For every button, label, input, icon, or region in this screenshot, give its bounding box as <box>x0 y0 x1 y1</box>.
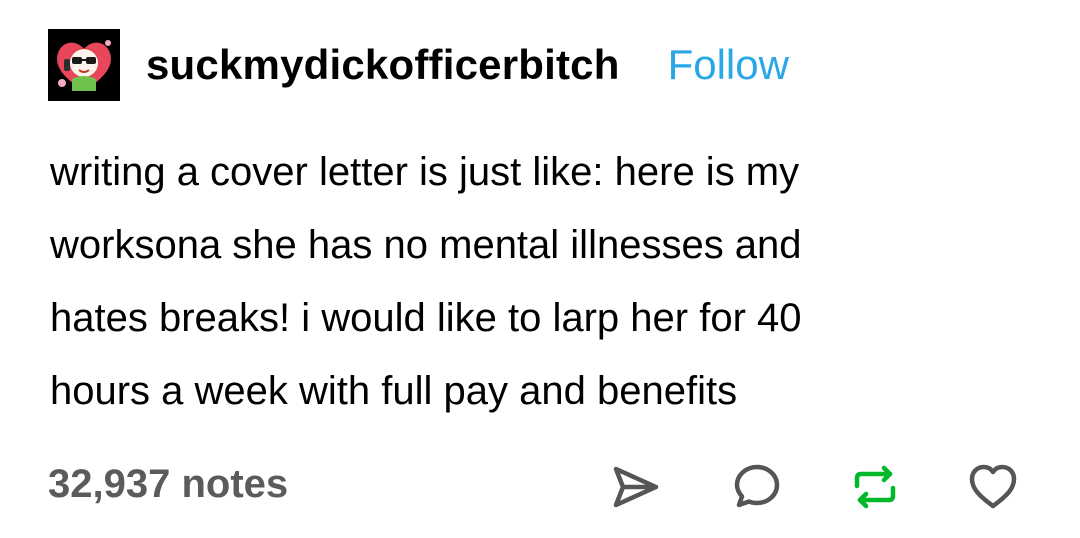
like-button[interactable] <box>966 460 1020 514</box>
reblog-icon <box>854 465 896 509</box>
reply-button[interactable] <box>730 460 784 514</box>
post-footer: 32,937 notes <box>48 460 1038 516</box>
post-body-line: hours a week with full pay and benefits <box>50 369 738 413</box>
tumblr-post: suckmydickofficerbitch Follow writing a … <box>0 0 1080 538</box>
username-link[interactable]: suckmydickofficerbitch <box>146 41 620 89</box>
reply-speech-bubble-icon <box>734 464 780 508</box>
post-body-line: worksona she has no mental illnesses and <box>50 223 802 267</box>
notes-count[interactable]: 32,937 notes <box>48 462 288 507</box>
post-body: writing a cover letter is just like: her… <box>50 136 1040 428</box>
reblog-button[interactable] <box>848 460 902 514</box>
share-paper-plane-icon <box>613 466 659 508</box>
avatar[interactable] <box>48 29 120 101</box>
share-button[interactable] <box>608 460 662 514</box>
follow-button[interactable]: Follow <box>668 41 789 89</box>
heart-icon <box>969 464 1017 509</box>
post-header: suckmydickofficerbitch Follow <box>48 28 789 102</box>
post-body-line: hates breaks! i would like to larp her f… <box>50 296 802 340</box>
post-body-line: writing a cover letter is just like: her… <box>50 150 800 194</box>
avatar-image <box>48 29 120 101</box>
